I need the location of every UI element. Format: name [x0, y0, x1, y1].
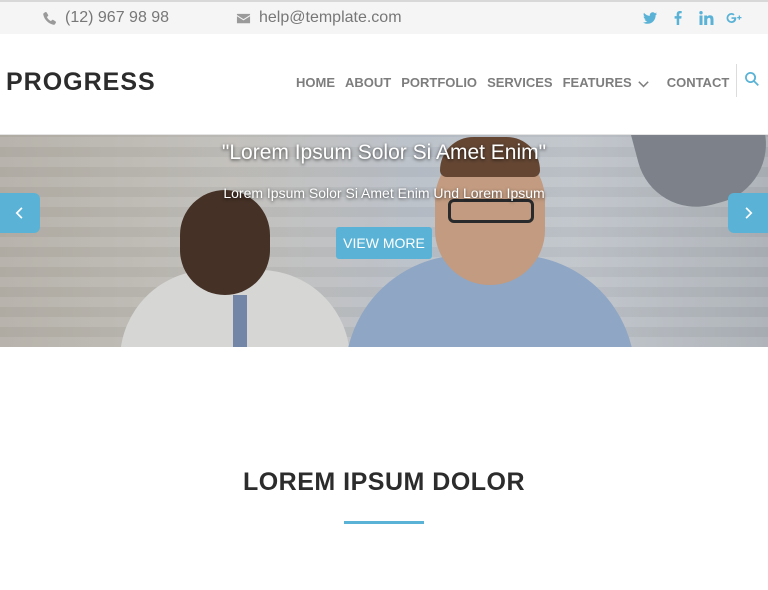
view-more-button[interactable]: VIEW MORE	[336, 227, 432, 259]
main-nav: HOME ABOUT PORTFOLIO SERVICES FEATURES C…	[296, 75, 739, 90]
google-plus-icon[interactable]	[726, 9, 742, 27]
email-address: help@template.com	[259, 9, 402, 26]
nav-divider	[736, 64, 737, 97]
nav-about[interactable]: ABOUT	[345, 75, 391, 90]
envelope-icon	[236, 13, 251, 23]
site-logo[interactable]: PROGRESS	[6, 68, 156, 97]
slider-prev-button[interactable]	[0, 193, 40, 233]
top-bar: (12) 967 98 98 help@template.com	[0, 0, 768, 34]
hero-title: "Lorem Ipsum Solor Si Amet Enim"	[221, 141, 547, 164]
phone-number: (12) 967 98 98	[65, 9, 170, 26]
nav-features-label: FEATURES	[562, 75, 632, 90]
phone-contact[interactable]: (12) 967 98 98	[42, 9, 169, 27]
nav-contact[interactable]: CONTACT	[667, 75, 730, 90]
slider-next-button[interactable]	[728, 193, 768, 233]
social-links	[642, 9, 742, 27]
facebook-icon[interactable]	[670, 9, 686, 27]
linkedin-icon[interactable]	[698, 9, 714, 27]
chevron-down-icon	[637, 77, 649, 88]
site-header: PROGRESS HOME ABOUT PORTFOLIO SERVICES F…	[0, 34, 768, 135]
section-title: LOREM IPSUM DOLOR	[242, 468, 526, 496]
phone-icon	[43, 11, 57, 25]
nav-services[interactable]: SERVICES	[487, 75, 553, 90]
twitter-icon[interactable]	[642, 9, 658, 27]
chevron-left-icon	[15, 207, 23, 219]
hero-subtitle: Lorem Ipsum Solor Si Amet Enim Und Lorem…	[223, 185, 545, 201]
search-icon[interactable]	[744, 71, 762, 89]
hero-slider: "Lorem Ipsum Solor Si Amet Enim" Lorem I…	[0, 135, 768, 347]
section-divider	[344, 521, 424, 524]
nav-home[interactable]: HOME	[296, 75, 335, 90]
nav-features[interactable]: FEATURES	[563, 75, 657, 90]
chevron-right-icon	[745, 207, 753, 219]
nav-portfolio[interactable]: PORTFOLIO	[401, 75, 477, 90]
email-contact[interactable]: help@template.com	[236, 9, 402, 27]
